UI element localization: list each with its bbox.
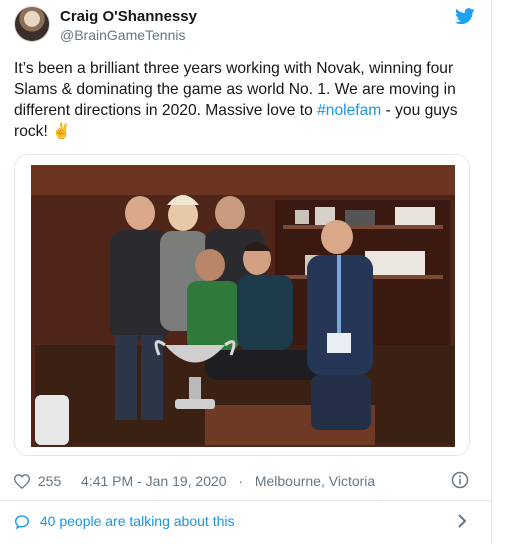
like-count[interactable]: 255 <box>38 471 61 491</box>
tweet-card: Craig O'Shannessy @BrainGameTennis It’s … <box>0 0 492 544</box>
twitter-bird-icon[interactable] <box>455 8 475 25</box>
conversation-label[interactable]: 40 people are talking about this <box>40 513 235 529</box>
tweet-meta: 255 4:41 PM - Jan 19, 2020 · Melbourne, … <box>13 470 471 491</box>
timestamp[interactable]: 4:41 PM - Jan 19, 2020 <box>81 471 227 491</box>
tweet-photo[interactable] <box>14 154 470 456</box>
divider <box>0 500 491 501</box>
location-link[interactable]: Melbourne, Victoria <box>255 471 375 491</box>
author-block[interactable]: Craig O'Shannessy @BrainGameTennis <box>60 7 197 44</box>
heart-icon[interactable] <box>13 473 31 489</box>
user-handle[interactable]: @BrainGameTennis <box>60 26 197 44</box>
photo-illustration <box>15 155 469 455</box>
victory-hand-emoji: ✌ <box>52 123 71 140</box>
display-name[interactable]: Craig O'Shannessy <box>60 7 197 26</box>
meta-separator: · <box>238 473 244 490</box>
speech-bubble-icon <box>14 515 30 530</box>
chevron-right-icon[interactable] <box>457 514 467 528</box>
info-icon[interactable] <box>451 471 469 489</box>
tweet-header: Craig O'Shannessy @BrainGameTennis <box>14 6 477 46</box>
avatar[interactable] <box>14 6 50 42</box>
conversation-link[interactable]: 40 people are talking about this <box>14 510 471 532</box>
tweet-text: It’s been a brilliant three years workin… <box>14 58 479 142</box>
hashtag-link[interactable]: #nolefam <box>317 102 381 119</box>
